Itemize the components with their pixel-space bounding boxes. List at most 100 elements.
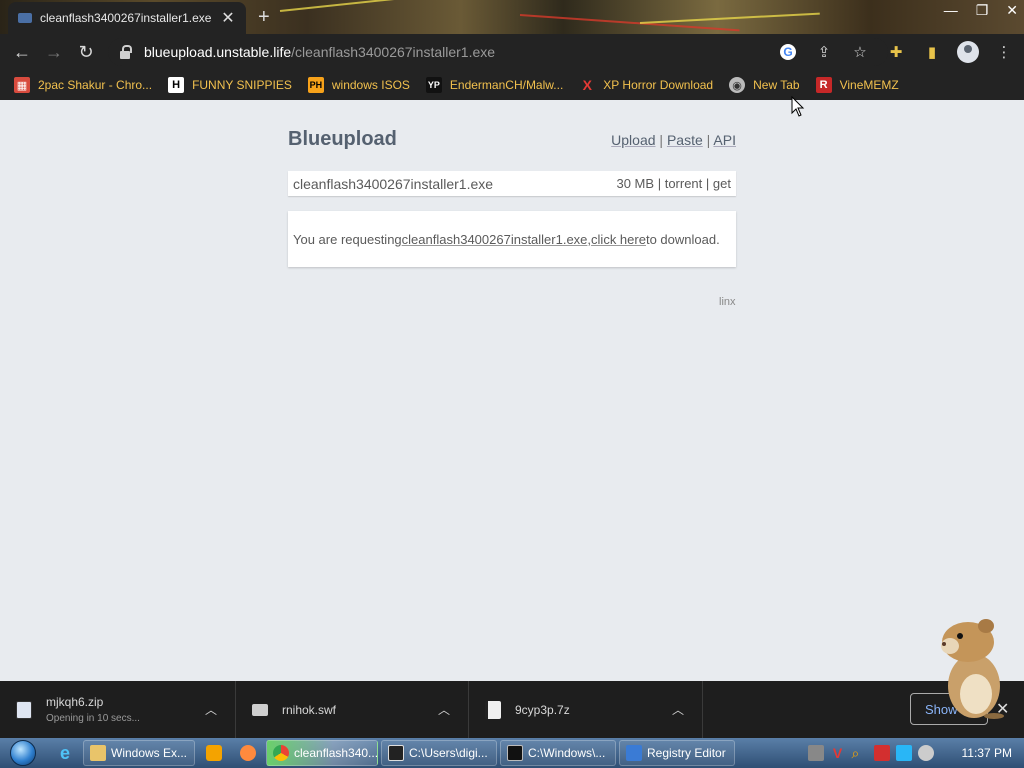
close-tab-icon[interactable]: ✕	[220, 8, 236, 28]
tray-network-icon[interactable]	[895, 745, 912, 761]
window-controls: — ❐ ✕	[944, 0, 1018, 20]
downloads-shelf: mjkqh6.zip Opening in 10 secs... ︿ rniho…	[0, 681, 1024, 738]
site-nav: Upload | Paste | API	[611, 132, 736, 148]
download-item[interactable]: rnihok.swf ︿	[236, 681, 469, 738]
download-filename: mjkqh6.zip	[46, 695, 104, 709]
restore-icon[interactable]: ❐	[976, 2, 989, 19]
bookmark-item[interactable]: R VineMEMZ	[815, 77, 899, 93]
taskbar-app-cmd[interactable]: C:\Windows\...	[500, 740, 616, 766]
taskbar-app-7zip[interactable]: C:\Users\digi...	[381, 740, 497, 766]
lock-icon[interactable]	[120, 45, 132, 59]
forward-icon[interactable]: →	[38, 36, 70, 68]
page-content: Blueupload Upload | Paste | API cleanfla…	[0, 100, 1024, 681]
x-logo-icon: X	[582, 77, 592, 93]
tab-favicon-icon	[18, 13, 32, 23]
wallpaper-streak	[279, 0, 420, 12]
back-icon[interactable]: ←	[6, 36, 38, 68]
hamster-mascot-icon	[941, 619, 1004, 719]
bookmark-item[interactable]: YP EndermanCH/Malw...	[425, 77, 564, 93]
chevron-up-icon[interactable]: ︿	[672, 701, 684, 718]
google-icon[interactable]: G	[774, 38, 802, 66]
reload-icon[interactable]: ↻	[70, 36, 102, 68]
7zip-icon	[388, 745, 404, 761]
bookmark-item[interactable]: ◉ New Tab	[729, 77, 800, 93]
get-link[interactable]: get	[713, 176, 731, 191]
menu-kebab-icon[interactable]: ⋮	[990, 38, 1018, 66]
bookmark-label: windows ISOS	[331, 78, 410, 92]
bookmark-item[interactable]: ▦ 2pac Shakur - Chro...	[14, 77, 152, 93]
download-item[interactable]: 9cyp3p.7z ︿	[469, 681, 703, 738]
url-path: /cleanflash3400267installer1.exe	[291, 44, 496, 60]
windows-orb-icon	[10, 740, 36, 766]
bookmark-label: 2pac Shakur - Chro...	[38, 78, 153, 92]
profile-avatar[interactable]	[954, 38, 982, 66]
chevron-up-icon[interactable]: ︿	[438, 701, 450, 718]
nav-upload-link[interactable]: Upload	[611, 132, 655, 148]
nav-api-link[interactable]: API	[713, 132, 736, 148]
bookmark-star-icon[interactable]: ☆	[846, 38, 874, 66]
yp-logo-icon: YP	[425, 77, 442, 93]
internet-explorer-icon[interactable]: e	[50, 740, 80, 766]
tray-flag-icon[interactable]	[873, 745, 890, 761]
calendar-icon: ▦	[14, 77, 30, 93]
tray-app-icon[interactable]	[807, 745, 824, 761]
bookmark-item[interactable]: PH windows ISOS	[307, 77, 410, 93]
taskbar-app-regedit[interactable]: Registry Editor	[619, 740, 735, 766]
tray-volume-icon[interactable]	[917, 745, 934, 761]
browser-toolbar: ← → ↻ blueupload.unstable.life/cleanflas…	[0, 34, 1024, 70]
download-filename: rnihok.swf	[282, 702, 337, 717]
notice-prefix: You are requesting	[293, 231, 402, 247]
tab-title: cleanflash3400267installer1.exe	[40, 11, 212, 25]
nav-separator: |	[659, 132, 664, 148]
extensions-icon[interactable]: ✚	[882, 38, 910, 66]
close-window-icon[interactable]: ✕	[1006, 2, 1018, 19]
site-title[interactable]: Blueupload	[288, 128, 397, 151]
swf-file-icon	[252, 703, 268, 716]
file-info-bar: cleanflash3400267installer1.exe 30 MB | …	[288, 171, 736, 196]
taskbar-app-label: cleanflash340...	[294, 746, 378, 760]
bookmark-label: New Tab	[753, 78, 800, 92]
meta-separator: |	[705, 176, 710, 191]
file-meta: 30 MB | torrent | get	[616, 176, 731, 191]
torrent-link[interactable]: torrent	[665, 176, 703, 191]
nav-separator: |	[706, 132, 711, 148]
address-bar[interactable]: blueupload.unstable.life/cleanflash34002…	[108, 38, 888, 66]
bookmark-label: VineMEMZ	[839, 78, 899, 92]
download-filename: 9cyp3p.7z	[515, 702, 570, 717]
notice-filename-link[interactable]: cleanflash3400267installer1.exe	[402, 232, 588, 247]
site-header: Blueupload Upload | Paste | API	[288, 128, 736, 151]
tray-v-icon[interactable]: V	[830, 745, 846, 761]
bookmark-label: XP Horror Download	[603, 78, 714, 92]
side-panel-icon[interactable]: ▮	[918, 38, 946, 66]
share-icon[interactable]: ⇪	[810, 38, 838, 66]
new-tab-icon[interactable]: +	[258, 6, 270, 29]
taskbar-app-chrome[interactable]: cleanflash340...	[266, 740, 378, 766]
browser-tab[interactable]: cleanflash3400267installer1.exe ✕	[8, 2, 246, 34]
download-item[interactable]: mjkqh6.zip Opening in 10 secs... ︿	[0, 681, 236, 738]
linx-footer-link[interactable]: linx	[719, 296, 736, 308]
wallpaper-streak	[519, 14, 740, 32]
minimize-icon[interactable]: —	[944, 2, 958, 18]
start-button[interactable]	[0, 738, 46, 768]
mouse-cursor-icon	[791, 96, 805, 117]
bookmark-label: EndermanCH/Malw...	[449, 78, 564, 92]
download-notice: You are requesting cleanflash3400267inst…	[288, 211, 736, 267]
taskbar-app-label: Registry Editor	[647, 746, 726, 760]
media-player-icon[interactable]	[199, 740, 229, 766]
nav-paste-link[interactable]: Paste	[667, 132, 703, 148]
paint-icon[interactable]	[233, 740, 263, 766]
taskbar-clock[interactable]: 11:37 PM	[962, 746, 1012, 760]
taskbar-app-label: Windows Ex...	[111, 746, 188, 760]
tray-search-icon[interactable]: ⌕	[852, 745, 868, 761]
7z-file-icon	[485, 700, 501, 719]
chevron-up-icon[interactable]: ︿	[205, 701, 217, 718]
folder-icon	[90, 745, 106, 761]
click-here-link[interactable]: click here	[591, 232, 646, 247]
bookmark-item[interactable]: X XP Horror Download	[579, 77, 714, 93]
tab-strip: cleanflash3400267installer1.exe ✕ + — ❐ …	[0, 0, 1024, 34]
windows-taskbar: e Windows Ex... cleanflash340... C:\User…	[0, 738, 1024, 768]
taskbar-app-explorer[interactable]: Windows Ex...	[83, 740, 195, 766]
zip-file-icon	[16, 700, 32, 719]
bookmark-label: FUNNY SNIPPIES	[192, 78, 292, 92]
bookmark-item[interactable]: H FUNNY SNIPPIES	[168, 77, 292, 93]
